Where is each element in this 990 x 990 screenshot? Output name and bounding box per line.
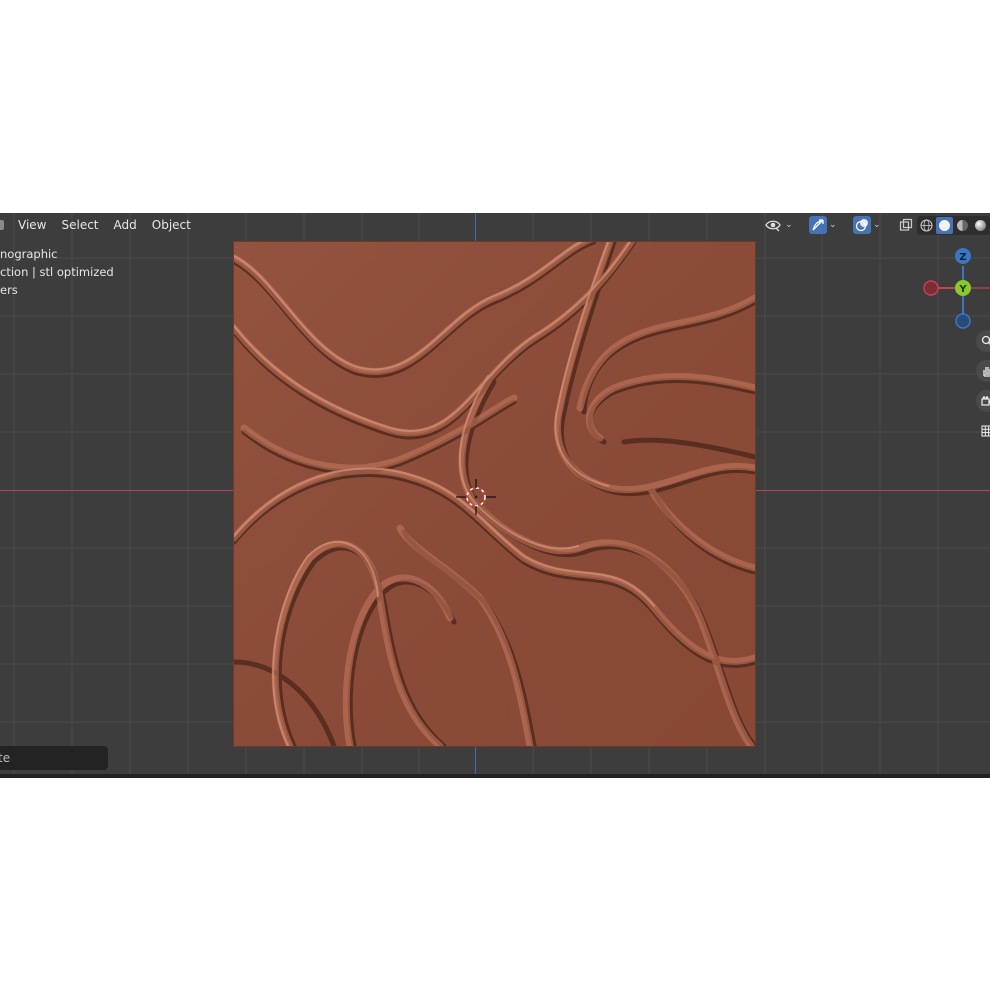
view-name-text: nographic [0,247,58,261]
rendered-shading-icon[interactable] [972,217,989,234]
chevron-down-icon[interactable]: ⌄ [785,220,797,230]
search-input[interactable]: te [0,746,108,770]
overlay-icon[interactable] [853,216,871,234]
collection-text: ction | stl optimized [0,265,114,279]
menu-add[interactable]: Add [108,215,143,235]
navigation-gizmo[interactable]: Z Y [920,246,990,331]
gizmo-z-label: Z [959,252,966,263]
gizmo-neg-x[interactable] [923,280,939,296]
solid-shading-icon[interactable] [936,216,953,234]
gizmo-y-label: Y [958,284,967,295]
navigation-tools [976,330,990,442]
shading-mode-group [917,215,990,235]
3d-cursor-icon[interactable] [456,477,496,517]
wireframe-shading-icon[interactable] [918,217,935,234]
viewport-header-right: ⌄ ⌄ ⌄ [763,215,990,235]
chevron-down-icon[interactable]: ⌄ [829,220,841,230]
material-preview-shading-icon[interactable] [954,217,971,234]
camera-icon[interactable] [976,390,990,412]
viewport-bottom-border [0,774,990,778]
chevron-down-icon[interactable]: ⌄ [873,220,885,230]
xray-icon[interactable] [897,216,915,234]
viewport-overlay-info: nographic ction | stl optimized ers [0,245,114,299]
viewport-header: View Select Add Object ⌄ ⌄ ⌄ [0,213,990,237]
menu-object[interactable]: Object [146,215,197,235]
viewport-menu: View Select Add Object [0,213,200,237]
hand-icon[interactable] [976,360,990,382]
zoom-icon[interactable] [976,330,990,352]
editor-type-handle[interactable] [0,220,4,230]
menu-view[interactable]: View [12,215,52,235]
grid-icon[interactable] [976,420,990,442]
gizmo-toggle-icon[interactable] [809,216,827,234]
overlay-third-line: ers [0,283,18,297]
gizmo-neg-z[interactable] [955,313,971,329]
menu-select[interactable]: Select [55,215,104,235]
eye-icon[interactable] [763,216,783,234]
3d-viewport[interactable]: View Select Add Object ⌄ ⌄ ⌄ nographic c… [0,213,990,776]
